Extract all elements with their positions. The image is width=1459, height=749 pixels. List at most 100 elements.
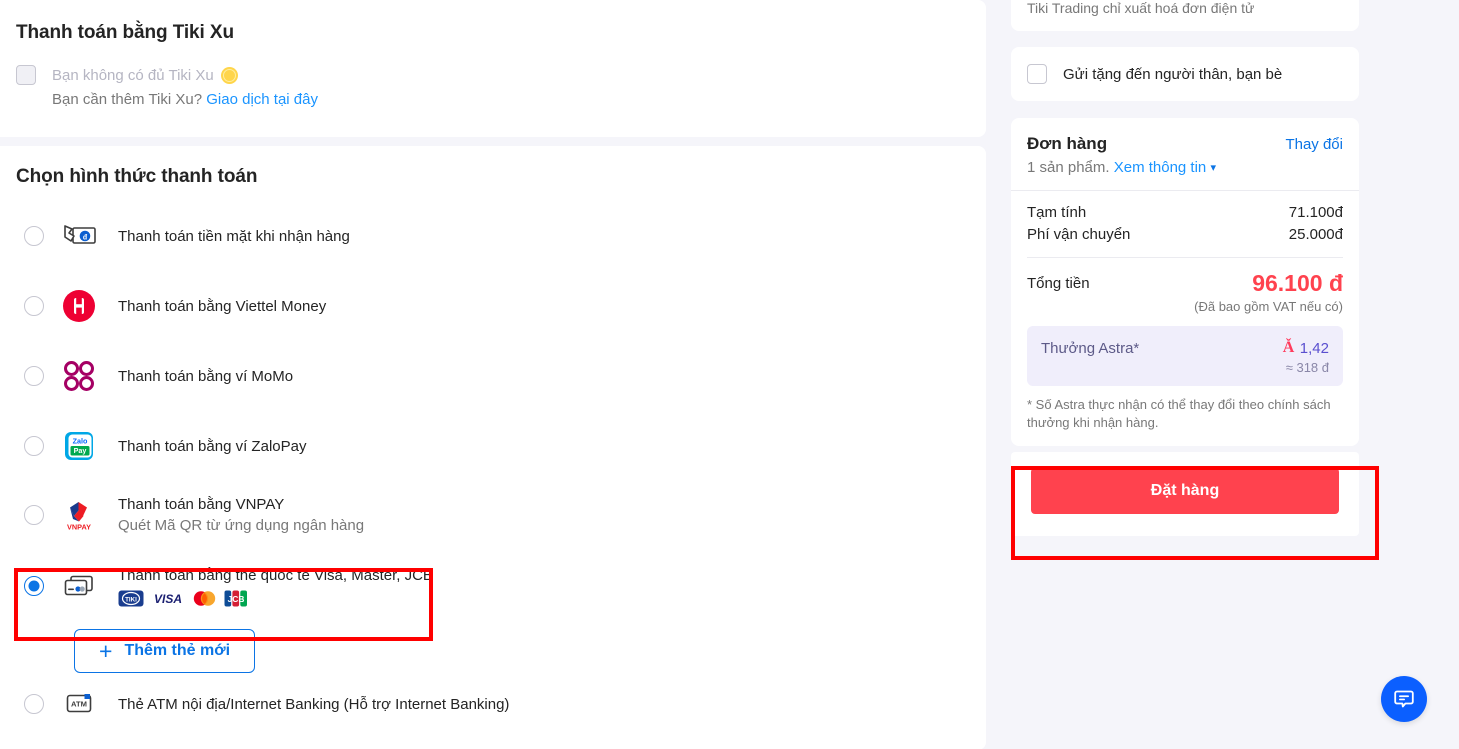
payment-method-atm-label: Thẻ ATM nội địa/Internet Banking (Hỗ trợ… [118,695,510,713]
order-row-subtotal: Tạm tính 71.100đ [1027,204,1343,221]
order-details-link[interactable]: Xem thông tin [1114,159,1207,176]
zalopay-icon: Zalo Pay [60,427,98,465]
payment-method-viettel-label: Thanh toán bằng Viettel Money [118,297,327,315]
tiki-xu-topup-row: Bạn cần thêm Tiki Xu? Giao dịch tại đây [52,91,970,108]
plus-icon: + [99,638,113,664]
order-total-divider [1027,257,1343,258]
tiki-xu-checkbox-label: Bạn không có đủ Tiki Xu [52,66,238,84]
payment-method-vnpay[interactable]: VNPAY Thanh toán bằng VNPAY Quét Mã QR t… [16,481,970,549]
svg-text:TIKI: TIKI [125,596,137,603]
payment-methods-list: đ Thanh toán tiền mặt khi nhận hàng Than… [16,201,970,735]
chevron-down-icon[interactable]: ▾ [1210,161,1216,174]
svg-text:VISA: VISA [154,592,182,606]
place-order-button[interactable]: Đặt hàng [1031,468,1339,514]
tiki-xu-topup-link[interactable]: Giao dịch tại đây [206,91,318,108]
payment-method-momo-label: Thanh toán bằng ví MoMo [118,367,294,385]
order-divider [1011,190,1359,191]
payment-method-viettel[interactable]: Thanh toán bằng Viettel Money [16,271,970,341]
right-sidebar: Tiki Trading chỉ xuất hoá đơn điện tử Gử… [1011,0,1359,536]
cash-on-delivery-icon: đ [60,217,98,255]
radio-international-card[interactable] [24,576,44,596]
order-row-subtotal-label: Tạm tính [1027,204,1087,221]
invoice-note-card: Tiki Trading chỉ xuất hoá đơn điện tử [1011,0,1359,31]
payment-method-zalopay[interactable]: Zalo Pay Thanh toán bằng ví ZaloPay [16,411,970,481]
invoice-note-text: Tiki Trading chỉ xuất hoá đơn điện tử [1027,0,1255,16]
add-card-row: + Thêm thẻ mới [16,623,970,673]
tiki-xu-checkbox-row[interactable]: Bạn không có đủ Tiki Xu [16,65,970,85]
gift-label: Gửi tặng đến người thân, bạn bè [1063,65,1283,83]
card-brand-logos: TIKI VISA JCB [118,590,433,607]
order-row-shipping-value: 25.000đ [1288,226,1343,243]
payment-methods-title: Chọn hình thức thanh toán [16,166,258,187]
payment-method-cod-label: Thanh toán tiền mặt khi nhận hàng [118,227,350,245]
left-column: Thanh toán bằng Tiki Xu Bạn không có đủ … [0,0,986,749]
svg-text:Pay: Pay [74,446,87,455]
order-total-row: Tổng tiền 96.100 đ [1027,270,1343,297]
jcb-logo: JCB [224,590,247,607]
radio-zalopay[interactable] [24,436,44,456]
order-row-shipping-label: Phí vận chuyển [1027,226,1131,243]
tiki-xu-card: Thanh toán bằng Tiki Xu Bạn không có đủ … [0,0,986,137]
viettel-money-icon [60,287,98,325]
payment-method-international-card[interactable]: Thanh toán bằng thẻ quốc tế Visa, Master… [16,549,970,623]
payment-method-international-card-label: Thanh toán bằng thẻ quốc tế Visa, Master… [118,567,433,584]
svg-text:ATM: ATM [71,700,87,709]
payment-method-vnpay-text: Thanh toán bằng VNPAY Quét Mã QR từ ứng … [118,494,364,537]
payment-method-momo[interactable]: Thanh toán bằng ví MoMo [16,341,970,411]
add-new-card-label: Thêm thẻ mới [124,642,231,659]
gift-checkbox[interactable] [1027,64,1047,84]
order-row-shipping: Phí vận chuyển 25.000đ [1027,226,1343,243]
payment-method-zalopay-text: Thanh toán bằng ví ZaloPay [118,436,306,457]
tiki-xu-title: Thanh toán bằng Tiki Xu [16,22,234,43]
add-new-card-button[interactable]: + Thêm thẻ mới [74,629,256,673]
radio-viettel[interactable] [24,296,44,316]
svg-text:JCB: JCB [228,594,245,604]
astra-reward-approx: ≈ 318 đ [1285,360,1329,375]
astra-reward-box: Thưởng Astra* Ǎ 1,42 ≈ 318 đ [1027,326,1343,386]
order-change-link[interactable]: Thay đổi [1285,136,1343,153]
tiki-card-logo: TIKI [118,590,144,607]
order-summary-card: Đơn hàng Thay đổi 1 sản phẩm. Xem thông … [1011,118,1359,446]
payment-method-vnpay-label: Thanh toán bằng VNPAY [118,495,285,513]
place-order-card: Đặt hàng [1011,452,1359,536]
radio-cod[interactable] [24,226,44,246]
payment-method-vnpay-sub: Quét Mã QR từ ứng dụng ngân hàng [118,516,365,534]
payment-method-atm[interactable]: ATM Thẻ ATM nội địa/Internet Banking (Hỗ… [16,673,970,735]
payment-methods-card: Chọn hình thức thanh toán đ Thanh toán t… [0,146,986,749]
svg-text:Zalo: Zalo [73,437,88,446]
astra-reward-value: 1,42 [1299,339,1329,357]
astra-footnote: * Số Astra thực nhận có thể thay đổi the… [1027,397,1331,430]
astra-logo-icon: Ǎ [1282,339,1295,356]
radio-vnpay[interactable] [24,505,44,525]
order-total-value: 96.100 đ [1252,270,1343,296]
astra-reward-top: Thưởng Astra* Ǎ 1,42 [1041,339,1329,357]
astra-reward-amount: Ǎ 1,42 [1283,339,1329,357]
order-vat-note: (Đã bao gồm VAT nếu có) [1194,299,1343,314]
order-items-count: 1 sản phẩm. [1027,159,1114,176]
atm-card-icon: ATM [60,685,98,723]
checkout-page: Thanh toán bằng Tiki Xu Bạn không có đủ … [0,0,1459,749]
credit-card-icon [60,567,98,605]
order-total-label: Tổng tiền [1027,275,1090,292]
payment-method-viettel-text: Thanh toán bằng Viettel Money [118,296,326,317]
chat-bubble-icon[interactable] [1381,676,1427,722]
order-items-summary: 1 sản phẩm. Xem thông tin ▾ [1027,159,1343,176]
payment-method-international-card-text: Thanh toán bằng thẻ quốc tế Visa, Master… [118,565,433,607]
radio-momo[interactable] [24,366,44,386]
tiki-xu-label-text: Bạn không có đủ Tiki Xu [52,66,214,84]
svg-text:VNPAY: VNPAY [67,523,91,532]
payment-method-cod[interactable]: đ Thanh toán tiền mặt khi nhận hàng [16,201,970,271]
tiki-xu-topup-text: Bạn cần thêm Tiki Xu? [52,91,207,108]
order-summary-header: Đơn hàng Thay đổi [1027,134,1343,154]
payment-method-momo-text: Thanh toán bằng ví MoMo [118,366,293,387]
svg-text:đ: đ [83,234,88,241]
payment-method-cod-text: Thanh toán tiền mặt khi nhận hàng [118,226,350,247]
tiki-xu-checkbox[interactable] [16,65,36,85]
payment-method-atm-text: Thẻ ATM nội địa/Internet Banking (Hỗ trợ… [118,694,509,715]
gift-option-card[interactable]: Gửi tặng đến người thân, bạn bè [1011,47,1359,101]
mastercard-logo [193,591,216,606]
astra-reward-label: Thưởng Astra* [1041,339,1140,357]
radio-atm[interactable] [24,694,44,714]
order-row-subtotal-value: 71.100đ [1288,204,1343,221]
order-summary-title: Đơn hàng [1027,134,1108,153]
